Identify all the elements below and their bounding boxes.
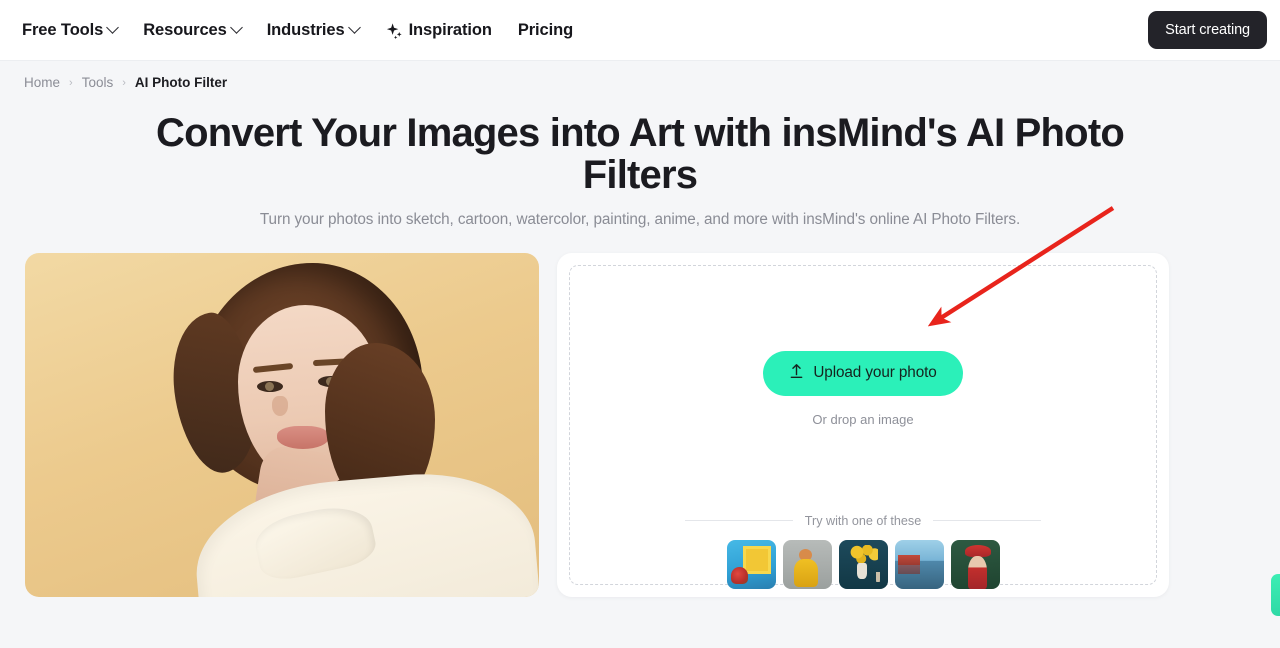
breadcrumb-tools[interactable]: Tools bbox=[82, 75, 114, 90]
upload-photo-button-label: Upload your photo bbox=[813, 364, 937, 382]
nav-item-label: Pricing bbox=[517, 20, 574, 39]
upload-photo-button[interactable]: Upload your photo bbox=[763, 350, 963, 396]
sample-thumbnail-woman-in-red-beret[interactable] bbox=[950, 539, 1000, 589]
nav-item-inspiration[interactable]: Inspiration bbox=[385, 21, 492, 40]
sample-thumbnails bbox=[570, 539, 1156, 589]
breadcrumb-separator-icon: › bbox=[69, 76, 73, 89]
preview-image bbox=[25, 252, 539, 597]
main-content: Upload your photo Or drop an image Try w… bbox=[0, 229, 1280, 597]
upload-card: Upload your photo Or drop an image Try w… bbox=[557, 252, 1169, 597]
sample-thumbnail-sunflowers-in-vase[interactable] bbox=[838, 539, 888, 589]
chevron-down-icon bbox=[347, 20, 361, 34]
upload-arrow-icon bbox=[789, 363, 804, 384]
sample-thumbnail-lakeside-village[interactable] bbox=[894, 539, 944, 589]
nav-item-pricing[interactable]: Pricing bbox=[518, 21, 573, 40]
page-title: Convert Your Images into Art with insMin… bbox=[156, 111, 1125, 198]
try-samples-label: Try with one of these bbox=[804, 513, 922, 528]
breadcrumb-home[interactable]: Home bbox=[24, 75, 60, 90]
upload-dropzone[interactable]: Upload your photo Or drop an image Try w… bbox=[569, 264, 1157, 589]
nav-item-label: Free Tools bbox=[22, 20, 104, 39]
breadcrumb-current: AI Photo Filter bbox=[134, 75, 228, 90]
hero-section: Convert Your Images into Art with insMin… bbox=[0, 90, 1280, 229]
sample-thumbnail-girl-in-yellow-dress[interactable] bbox=[782, 539, 832, 589]
try-samples-divider: Try with one of these bbox=[570, 514, 1156, 528]
breadcrumb: Home › Tools › AI Photo Filter bbox=[0, 61, 1280, 90]
nav-item-label: Resources bbox=[143, 20, 227, 39]
nav-item-label: Industries bbox=[266, 20, 345, 39]
nav-item-free-tools[interactable]: Free Tools bbox=[22, 20, 120, 40]
chevron-down-icon bbox=[229, 20, 243, 34]
site-header: Free Tools Resources Industries Inspirat… bbox=[0, 0, 1280, 61]
nav-item-label: Inspiration bbox=[408, 20, 492, 39]
portrait-nose bbox=[272, 395, 288, 416]
breadcrumb-separator-icon: › bbox=[122, 76, 126, 89]
start-creating-button[interactable]: Start creating bbox=[1148, 11, 1267, 49]
divider-line-right bbox=[933, 520, 1041, 522]
portrait-eye-left bbox=[257, 380, 283, 392]
nav-item-resources[interactable]: Resources bbox=[143, 20, 243, 40]
page-root: Free Tools Resources Industries Inspirat… bbox=[0, 0, 1280, 648]
divider-line-left bbox=[685, 520, 793, 522]
chevron-down-icon bbox=[106, 20, 120, 34]
sample-thumbnail-blue-wall-yellow-window[interactable] bbox=[726, 539, 776, 589]
floating-chat-widget[interactable] bbox=[1271, 574, 1280, 616]
drop-hint-text: Or drop an image bbox=[812, 411, 914, 427]
nav-item-industries[interactable]: Industries bbox=[266, 20, 361, 40]
portrait-lips bbox=[277, 425, 329, 449]
main-navigation: Free Tools Resources Industries Inspirat… bbox=[22, 21, 573, 40]
page-subtitle: Turn your photos into sketch, cartoon, w… bbox=[259, 210, 1021, 228]
sparkle-icon bbox=[385, 22, 404, 41]
